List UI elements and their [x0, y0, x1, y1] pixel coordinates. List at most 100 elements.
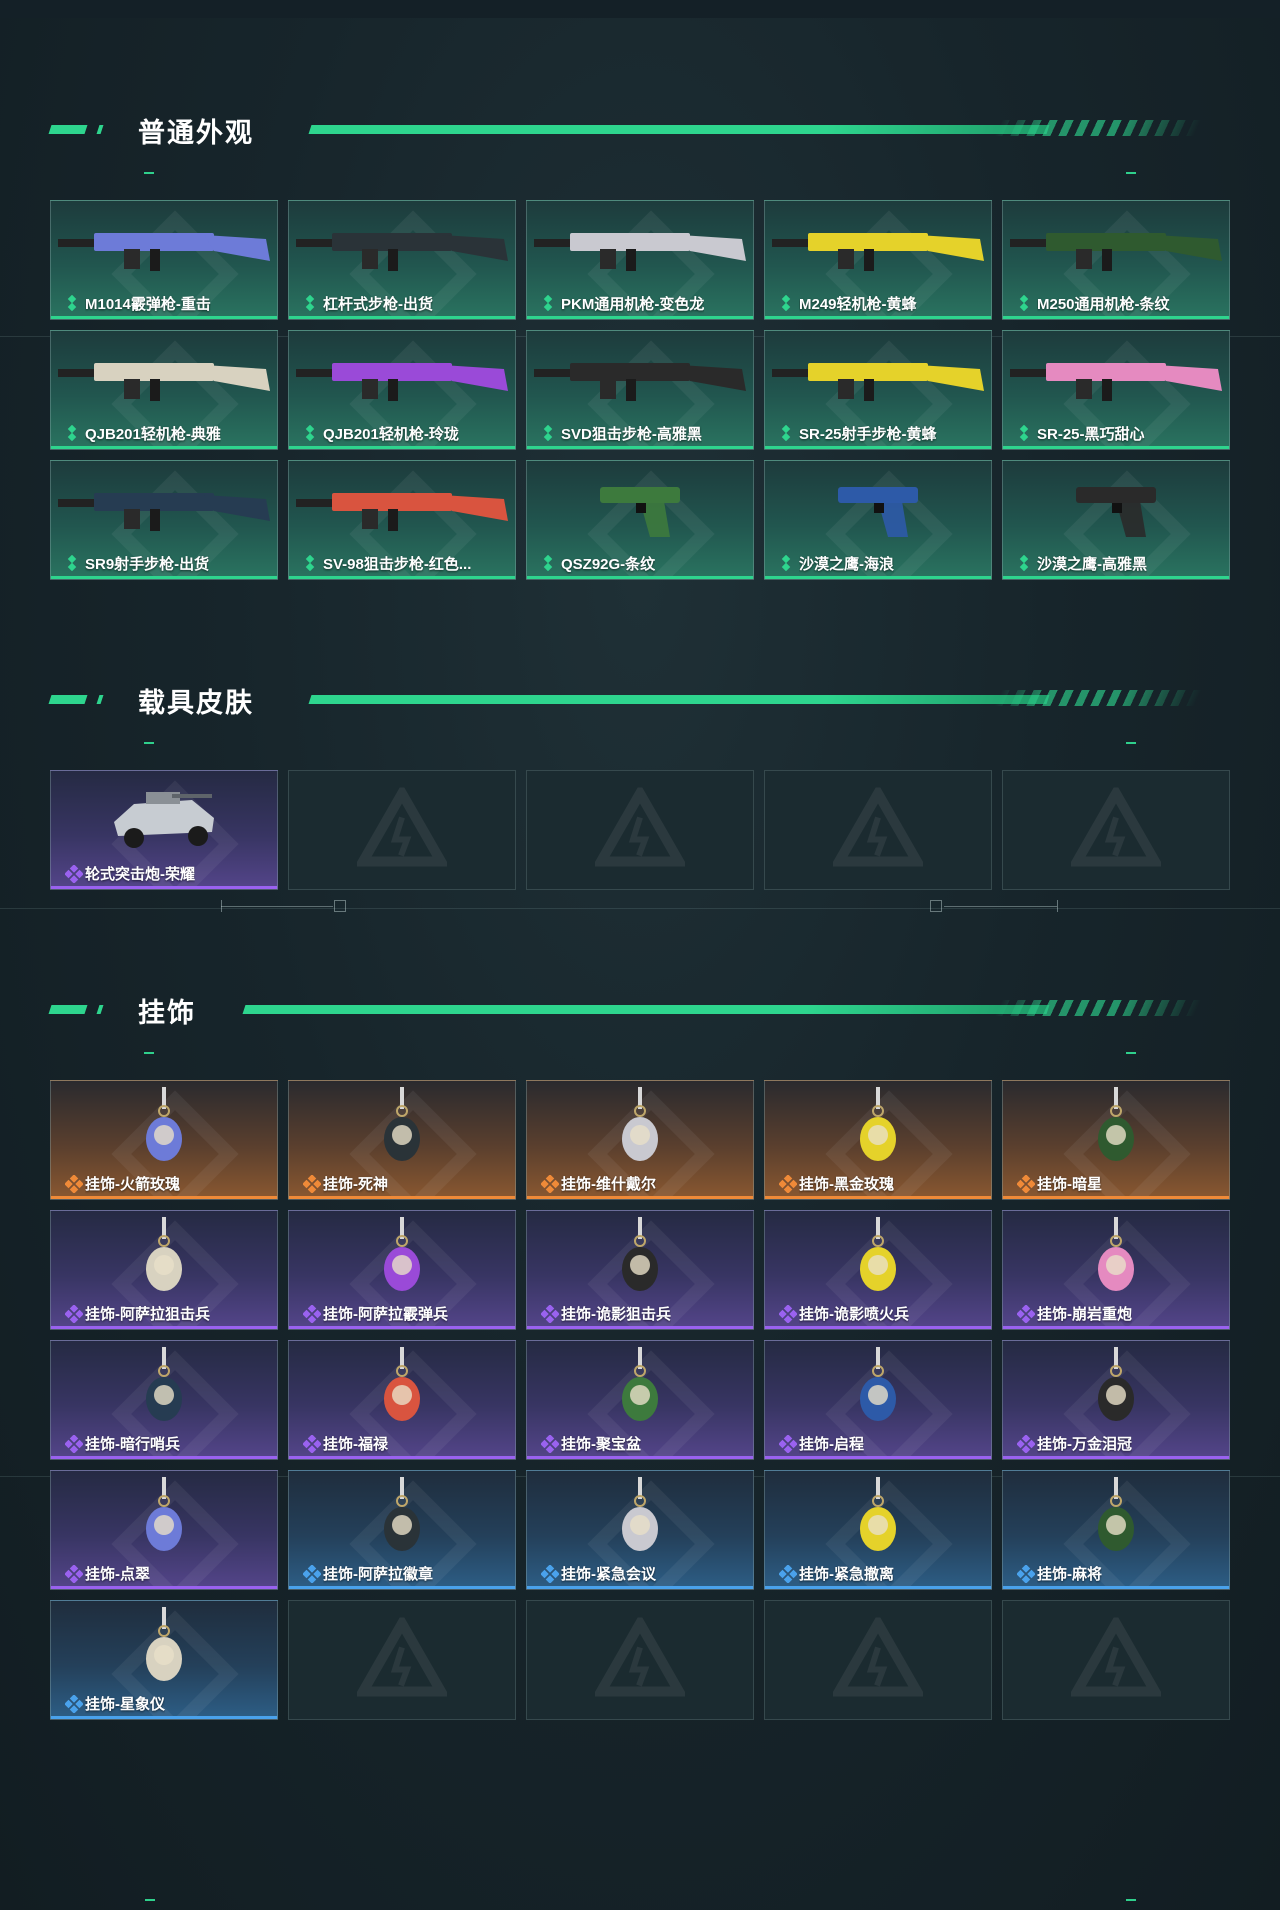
item-card[interactable]: QJB201轻机枪-典雅 — [50, 330, 278, 450]
item-card[interactable]: 挂饰-阿萨拉徽章 — [288, 1470, 516, 1590]
item-card[interactable]: 挂饰-麻将 — [1002, 1470, 1230, 1590]
item-card[interactable]: 挂饰-星象仪 — [50, 1600, 278, 1720]
item-card[interactable]: 挂饰-聚宝盆 — [526, 1340, 754, 1460]
item-card[interactable]: 挂饰-火箭玫瑰 — [50, 1080, 278, 1200]
item-card[interactable]: SV-98狙击步枪-红色... — [288, 460, 516, 580]
rarity-diamond-icon — [65, 554, 81, 572]
rarity-diamond-icon — [540, 1174, 560, 1194]
item-card[interactable]: 挂饰-阿萨拉狙击兵 — [50, 1210, 278, 1330]
item-card[interactable]: QSZ92G-条纹 — [526, 460, 754, 580]
item-card[interactable]: 沙漠之鹰-海浪 — [764, 460, 992, 580]
frame-dash — [145, 1899, 155, 1901]
item-label: M250通用机枪-条纹 — [1037, 296, 1170, 313]
rarity-stripe — [527, 576, 753, 579]
frame-corner-square — [930, 900, 942, 912]
item-card[interactable]: 挂饰-暗星 — [1002, 1080, 1230, 1200]
item-label: QJB201轻机枪-典雅 — [85, 426, 221, 443]
item-label: 挂饰-维什戴尔 — [561, 1176, 656, 1193]
item-card[interactable]: 挂饰-崩岩重炮 — [1002, 1210, 1230, 1330]
empty-slot — [288, 770, 516, 890]
item-grid-normal-skins: M1014霰弹枪-重击 杠杆式步枪-出货 PKM通用机枪-变色龙 M249轻机枪-黄蜂… — [50, 200, 1230, 580]
item-card[interactable]: SR-25-黑巧甜心 — [1002, 330, 1230, 450]
machine-gun-icon — [51, 335, 277, 421]
item-label: 挂饰-阿萨拉徽章 — [323, 1566, 433, 1583]
item-card[interactable]: 挂饰-维什戴尔 — [526, 1080, 754, 1200]
item-label: 挂饰-聚宝盆 — [561, 1436, 641, 1453]
divider-line — [0, 908, 1280, 909]
item-card[interactable]: 挂饰-点翠 — [50, 1470, 278, 1590]
item-card[interactable]: 挂饰-阿萨拉霰弹兵 — [288, 1210, 516, 1330]
header-accent-bar — [48, 695, 88, 704]
item-card[interactable]: 挂饰-死神 — [288, 1080, 516, 1200]
charm-icon — [527, 1085, 753, 1171]
charm-icon — [289, 1475, 515, 1561]
placeholder-logo-icon — [830, 1613, 926, 1703]
rarity-diamond-icon — [1016, 1304, 1036, 1324]
rarity-stripe — [51, 446, 277, 449]
charm-icon — [51, 1475, 277, 1561]
item-card[interactable]: 挂饰-诡影狙击兵 — [526, 1210, 754, 1330]
item-card[interactable]: 挂饰-暗行哨兵 — [50, 1340, 278, 1460]
item-label: 轮式突击炮-荣耀 — [85, 866, 195, 883]
rarity-stripe — [765, 316, 991, 319]
item-card[interactable]: SVD狙击步枪-高雅黑 — [526, 330, 754, 450]
charm-icon — [765, 1475, 991, 1561]
rarity-diamond-icon — [303, 294, 319, 312]
section-title: 载具皮肤 — [138, 688, 254, 718]
charm-icon — [51, 1345, 277, 1431]
vehicle-icon — [51, 775, 277, 861]
rarity-diamond-icon — [65, 294, 81, 312]
item-card[interactable]: M250通用机枪-条纹 — [1002, 200, 1230, 320]
empty-slot — [1002, 1600, 1230, 1720]
header-accent-bar — [96, 125, 104, 134]
item-label: 挂饰-死神 — [323, 1176, 388, 1193]
item-card[interactable]: 杠杆式步枪-出货 — [288, 200, 516, 320]
item-label: PKM通用机枪-变色龙 — [561, 296, 705, 313]
rarity-diamond-icon — [302, 1564, 322, 1584]
item-card[interactable]: PKM通用机枪-变色龙 — [526, 200, 754, 320]
item-card[interactable]: 挂饰-万金泪冠 — [1002, 1340, 1230, 1460]
item-card[interactable]: M249轻机枪-黄蜂 — [764, 200, 992, 320]
pistol-icon — [527, 465, 753, 551]
item-card[interactable]: SR-25射手步枪-黄蜂 — [764, 330, 992, 450]
item-card[interactable]: QJB201轻机枪-玲珑 — [288, 330, 516, 450]
empty-slot — [526, 770, 754, 890]
item-card[interactable]: 轮式突击炮-荣耀 — [50, 770, 278, 890]
empty-slot — [288, 1600, 516, 1720]
item-card[interactable]: 挂饰-紧急撤离 — [764, 1470, 992, 1590]
item-label: 沙漠之鹰-高雅黑 — [1037, 556, 1147, 573]
charm-icon — [51, 1215, 277, 1301]
item-label: 挂饰-诡影喷火兵 — [799, 1306, 909, 1323]
item-label: 挂饰-启程 — [799, 1436, 864, 1453]
rarity-diamond-icon — [64, 1304, 84, 1324]
item-label: 挂饰-星象仪 — [85, 1696, 165, 1713]
item-label: 挂饰-暗行哨兵 — [85, 1436, 180, 1453]
charm-icon — [765, 1345, 991, 1431]
item-label: 挂饰-阿萨拉霰弹兵 — [323, 1306, 448, 1323]
rarity-diamond-icon — [778, 1564, 798, 1584]
rarity-stripe — [289, 576, 515, 579]
item-card[interactable]: 挂饰-启程 — [764, 1340, 992, 1460]
rarity-stripe — [527, 446, 753, 449]
item-card[interactable]: 挂饰-诡影喷火兵 — [764, 1210, 992, 1330]
charm-icon — [1003, 1345, 1229, 1431]
empty-slot — [1002, 770, 1230, 890]
frame-dash — [144, 1052, 154, 1054]
rarity-stripe — [527, 1326, 753, 1329]
item-card[interactable]: 沙漠之鹰-高雅黑 — [1002, 460, 1230, 580]
item-card[interactable]: M1014霰弹枪-重击 — [50, 200, 278, 320]
rarity-stripe — [51, 1196, 277, 1199]
item-card[interactable]: 挂饰-黑金玫瑰 — [764, 1080, 992, 1200]
item-card[interactable]: 挂饰-福禄 — [288, 1340, 516, 1460]
rarity-diamond-icon — [779, 424, 795, 442]
rarity-diamond-icon — [778, 1174, 798, 1194]
item-card[interactable]: 挂饰-紧急会议 — [526, 1470, 754, 1590]
charm-icon — [1003, 1475, 1229, 1561]
header-checker-pattern — [994, 1000, 1202, 1016]
divider-line — [944, 906, 1057, 907]
rarity-stripe — [765, 1326, 991, 1329]
item-card[interactable]: SR9射手步枪-出货 — [50, 460, 278, 580]
rarity-stripe — [765, 1456, 991, 1459]
rarity-diamond-icon — [779, 294, 795, 312]
rarity-diamond-icon — [1017, 424, 1033, 442]
